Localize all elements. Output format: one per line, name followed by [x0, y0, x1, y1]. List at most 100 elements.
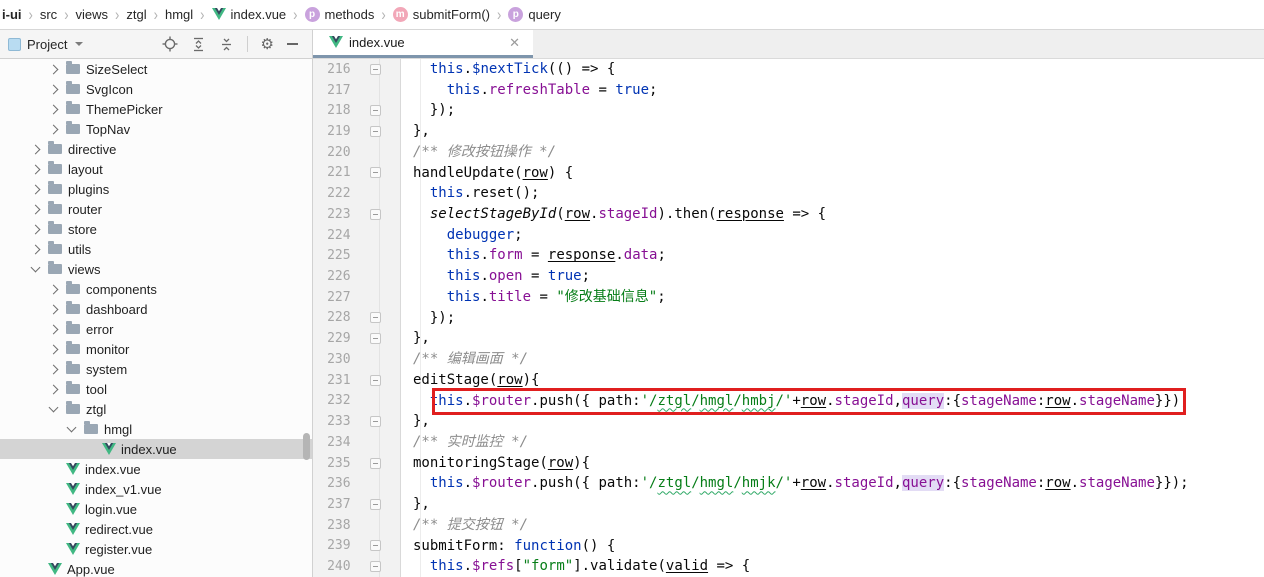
chevron-right-icon[interactable] [49, 364, 59, 374]
chevron-right-icon[interactable] [49, 304, 59, 314]
code-line[interactable]: this.$router.push({ path:'/ztgl/hmgl/hmb… [413, 391, 1264, 412]
code-line[interactable]: this.$nextTick(() => { [413, 59, 1264, 80]
fold-marker[interactable] [370, 561, 381, 572]
project-panel-title[interactable]: Project [27, 37, 67, 52]
fold-marker[interactable] [370, 416, 381, 427]
code-line[interactable]: this.refreshTable = true; [413, 80, 1264, 101]
tree-item-index-vue[interactable]: index.vue [0, 459, 312, 479]
tree-item-error[interactable]: error [0, 319, 312, 339]
fold-marker[interactable] [370, 105, 381, 116]
code-editor[interactable]: 2162172182192202212222232242252262272282… [313, 59, 1264, 577]
code-line[interactable]: }, [413, 411, 1264, 432]
fold-marker[interactable] [370, 499, 381, 510]
breadcrumb-item-index-vue[interactable]: index.vue [210, 7, 289, 22]
tree-item-svgicon[interactable]: SvgIcon [0, 79, 312, 99]
breadcrumb-item-submitform-[interactable]: msubmitForm() [391, 7, 492, 22]
chevron-right-icon[interactable] [31, 204, 41, 214]
code-line[interactable]: /** 提交按钮 */ [413, 515, 1264, 536]
tree-item-layout[interactable]: layout [0, 159, 312, 179]
tree-item-sizeselect[interactable]: SizeSelect [0, 59, 312, 79]
chevron-right-icon[interactable] [49, 344, 59, 354]
code-line[interactable]: debugger; [413, 225, 1264, 246]
chevron-right-icon[interactable] [49, 284, 59, 294]
fold-marker[interactable] [370, 126, 381, 137]
fold-marker[interactable] [370, 312, 381, 323]
chevron-right-icon[interactable] [31, 224, 41, 234]
code-line[interactable]: /** 实时监控 */ [413, 432, 1264, 453]
fold-marker[interactable] [370, 375, 381, 386]
code-line[interactable]: this.$refs["form"].validate(valid => { [413, 556, 1264, 577]
tree-item-index-v1-vue[interactable]: index_v1.vue [0, 479, 312, 499]
chevron-right-icon[interactable] [49, 384, 59, 394]
collapse-all-icon[interactable] [219, 37, 234, 52]
expand-all-icon[interactable] [191, 37, 206, 52]
editor-tab-index-vue[interactable]: index.vue ✕ [313, 30, 533, 58]
tree-item-themepicker[interactable]: ThemePicker [0, 99, 312, 119]
fold-marker[interactable] [370, 209, 381, 220]
tree-item-views[interactable]: views [0, 259, 312, 279]
chevron-right-icon[interactable] [49, 84, 59, 94]
tree-item-login-vue[interactable]: login.vue [0, 499, 312, 519]
breadcrumb-item-query[interactable]: pquery [506, 7, 563, 22]
chevron-right-icon[interactable] [31, 244, 41, 254]
code-line[interactable]: }); [413, 100, 1264, 121]
chevron-right-icon[interactable] [49, 64, 59, 74]
code-line[interactable]: submitForm: function() { [413, 536, 1264, 557]
hide-panel-icon[interactable] [287, 43, 298, 45]
chevron-right-icon[interactable] [31, 184, 41, 194]
chevron-right-icon[interactable] [31, 144, 41, 154]
chevron-right-icon[interactable] [49, 324, 59, 334]
fold-marker[interactable] [370, 167, 381, 178]
tree-item-system[interactable]: system [0, 359, 312, 379]
chevron-down-icon[interactable] [67, 423, 77, 433]
tree-item-store[interactable]: store [0, 219, 312, 239]
fold-marker[interactable] [370, 333, 381, 344]
code-line[interactable]: editStage(row){ [413, 370, 1264, 391]
code-line[interactable]: this.$router.push({ path:'/ztgl/hmgl/hmj… [413, 473, 1264, 494]
chevron-right-icon[interactable] [31, 164, 41, 174]
code-line[interactable]: this.form = response.data; [413, 245, 1264, 266]
breadcrumb-item-i-ui[interactable]: i-ui [0, 7, 24, 22]
chevron-down-icon[interactable] [75, 42, 83, 46]
code-line[interactable]: }, [413, 328, 1264, 349]
code-line[interactable]: this.open = true; [413, 266, 1264, 287]
tree-item-redirect-vue[interactable]: redirect.vue [0, 519, 312, 539]
tree-item-monitor[interactable]: monitor [0, 339, 312, 359]
breadcrumb-item-src[interactable]: src [38, 7, 59, 22]
breadcrumb-item-methods[interactable]: pmethods [303, 7, 377, 22]
tree-item-router[interactable]: router [0, 199, 312, 219]
chevron-down-icon[interactable] [31, 263, 41, 273]
tree-item-dashboard[interactable]: dashboard [0, 299, 312, 319]
tree-item-register-vue[interactable]: register.vue [0, 539, 312, 559]
fold-marker[interactable] [370, 458, 381, 469]
tree-item-components[interactable]: components [0, 279, 312, 299]
breadcrumb-item-ztgl[interactable]: ztgl [124, 7, 148, 22]
tree-item-plugins[interactable]: plugins [0, 179, 312, 199]
code-line[interactable]: selectStageById(row.stageId).then(respon… [413, 204, 1264, 225]
settings-gear-icon[interactable]: ⚙ [261, 37, 274, 52]
breadcrumb-item-hmgl[interactable]: hmgl [163, 7, 195, 22]
tree-item-ztgl[interactable]: ztgl [0, 399, 312, 419]
code-line[interactable]: this.title = "修改基础信息"; [413, 287, 1264, 308]
tree-item-topnav[interactable]: TopNav [0, 119, 312, 139]
tree-item-utils[interactable]: utils [0, 239, 312, 259]
tree-item-app-vue[interactable]: App.vue [0, 559, 312, 577]
project-scrollbar-thumb[interactable] [303, 433, 310, 460]
fold-marker[interactable] [370, 540, 381, 551]
tree-item-index-vue[interactable]: index.vue [0, 439, 312, 459]
fold-marker[interactable] [370, 64, 381, 75]
tree-item-hmgl[interactable]: hmgl [0, 419, 312, 439]
tree-item-directive[interactable]: directive [0, 139, 312, 159]
tree-item-tool[interactable]: tool [0, 379, 312, 399]
locate-icon[interactable] [162, 36, 178, 52]
code-line[interactable]: }, [413, 121, 1264, 142]
close-icon[interactable]: ✕ [506, 35, 523, 51]
code-line[interactable]: monitoringStage(row){ [413, 453, 1264, 474]
code-line[interactable]: }); [413, 308, 1264, 329]
code-line[interactable]: handleUpdate(row) { [413, 163, 1264, 184]
chevron-right-icon[interactable] [49, 124, 59, 134]
code-line[interactable]: /** 编辑画面 */ [413, 349, 1264, 370]
code-line[interactable]: /** 修改按钮操作 */ [413, 142, 1264, 163]
chevron-right-icon[interactable] [49, 104, 59, 114]
chevron-down-icon[interactable] [49, 403, 59, 413]
